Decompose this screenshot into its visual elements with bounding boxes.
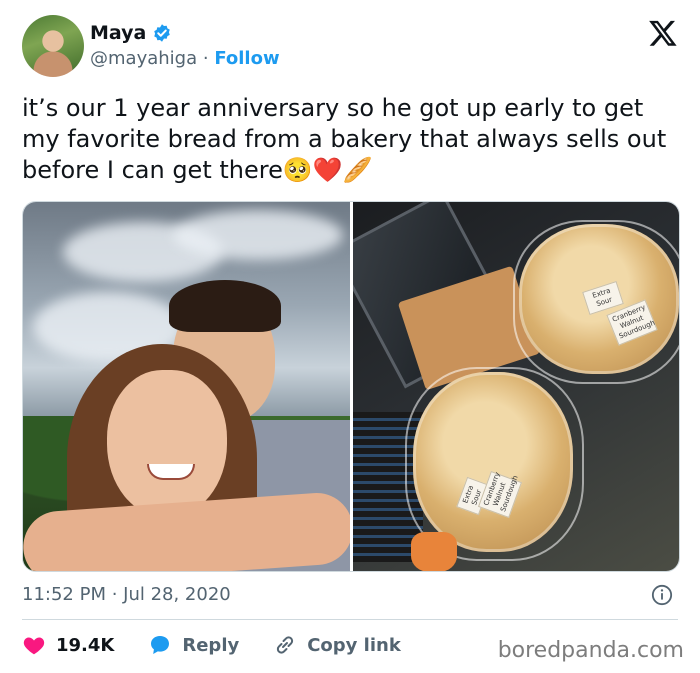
reply-button[interactable]: Reply — [148, 633, 239, 657]
like-button[interactable]: 19.4K — [22, 633, 114, 657]
separator-dot: · — [202, 48, 209, 69]
reply-label: Reply — [182, 634, 240, 656]
avatar[interactable] — [22, 15, 84, 77]
tweet-timestamp[interactable]: 11:52 PM · Jul 28, 2020 — [22, 584, 231, 605]
reply-bubble-icon — [151, 636, 170, 654]
media-grid[interactable]: Extra Sour Cranberry Walnut Sourdough Ex… — [22, 201, 680, 572]
author-handle[interactable]: @mayahiga — [90, 48, 197, 69]
heart-icon — [23, 637, 45, 655]
selfie-photo[interactable] — [23, 202, 350, 571]
watermark-text: boredpanda.com — [497, 638, 684, 663]
copy-link-button[interactable]: Copy link — [273, 633, 401, 657]
like-count: 19.4K — [56, 634, 115, 656]
verified-badge-icon — [154, 24, 171, 42]
copy-link-label: Copy link — [307, 634, 401, 656]
tweet-text: it’s our 1 year anniversary so he got up… — [22, 94, 667, 184]
info-icon[interactable] — [651, 584, 673, 606]
follow-button[interactable]: Follow — [214, 48, 279, 69]
author-handle-row: @mayahiga · Follow — [90, 48, 280, 69]
author-name[interactable]: Maya — [90, 22, 146, 44]
action-bar: 19.4K Reply Copy link — [22, 633, 435, 657]
divider — [22, 619, 678, 620]
link-icon — [277, 636, 294, 654]
author-name-row: Maya — [90, 22, 172, 44]
bread-photo[interactable]: Extra Sour Cranberry Walnut Sourdough Ex… — [352, 202, 679, 571]
x-logo-icon[interactable] — [648, 18, 678, 48]
